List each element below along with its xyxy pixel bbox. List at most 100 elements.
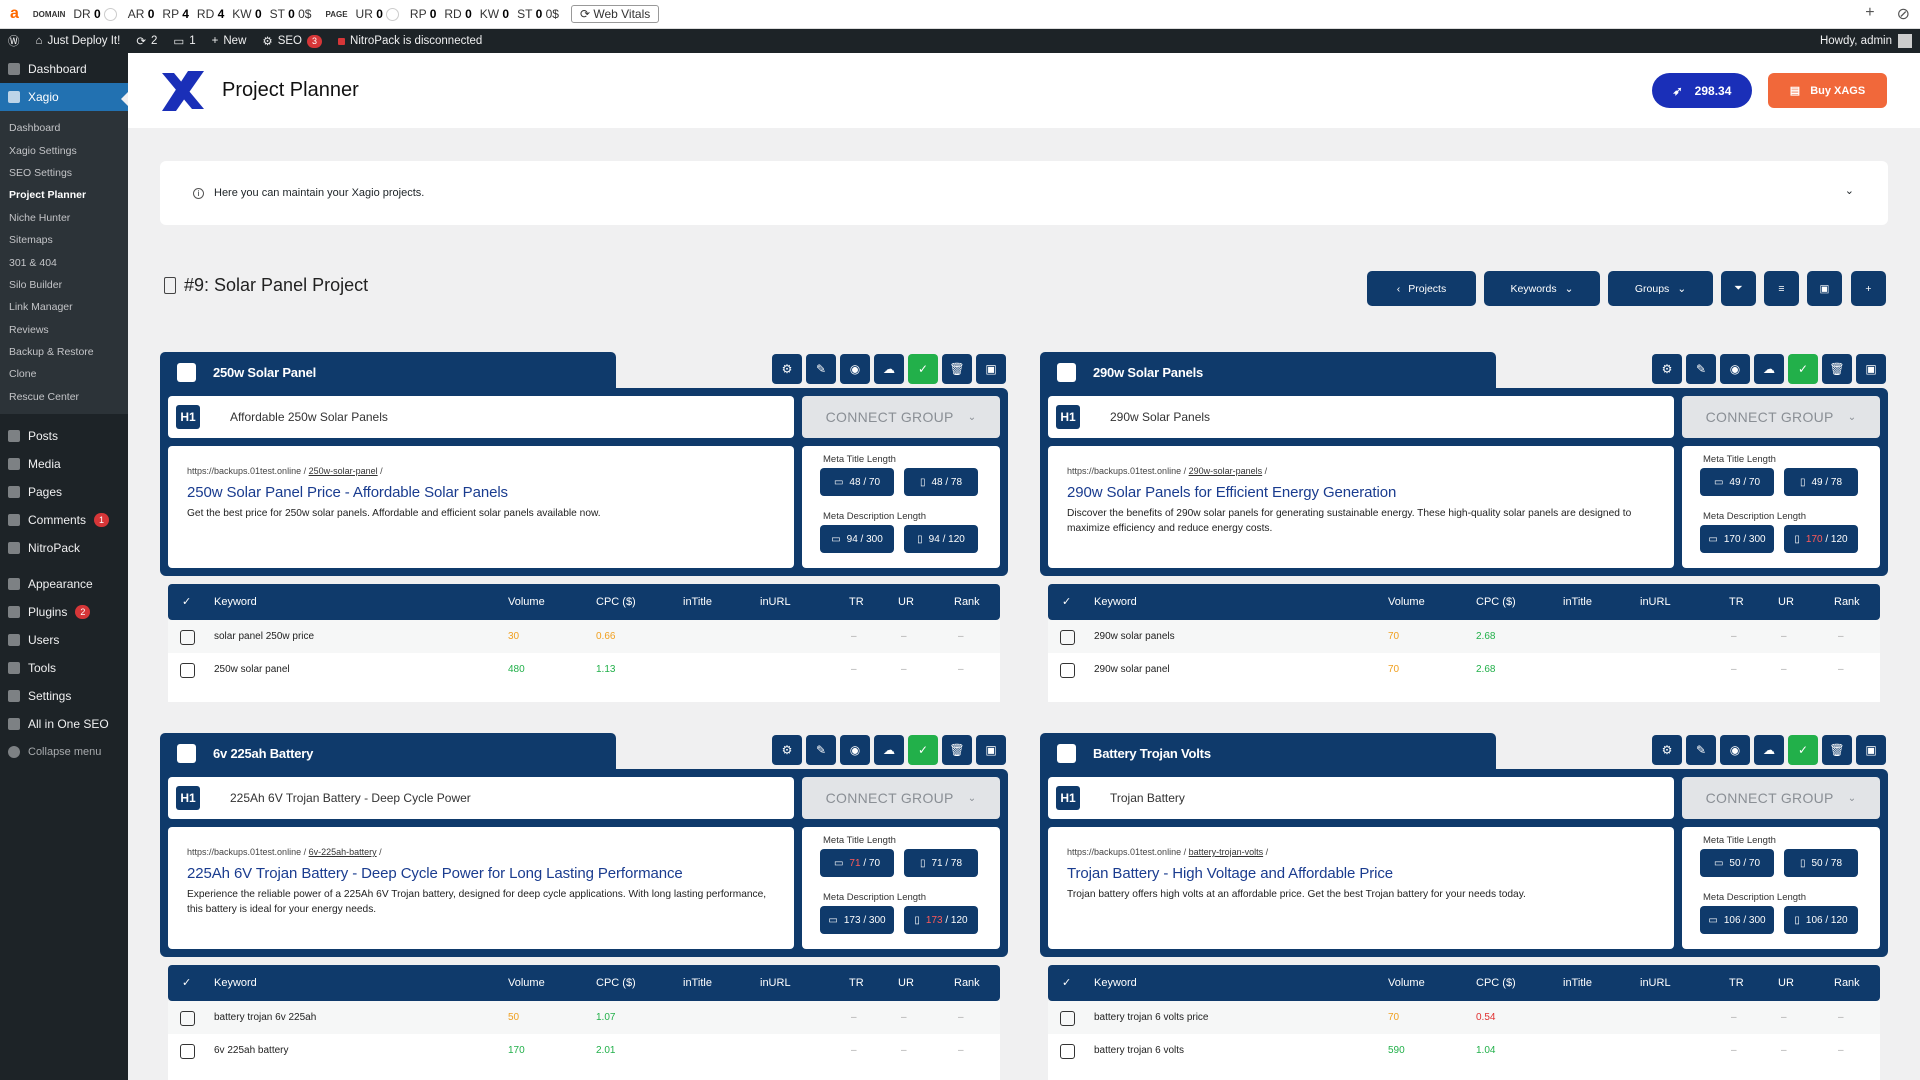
submenu-xagio-settings[interactable]: Xagio Settings	[0, 139, 128, 161]
cloud-icon[interactable]: ☁	[1754, 735, 1784, 765]
keyword-row[interactable]: 290w solar panels 70 2.68 – – –	[1048, 620, 1880, 653]
sidebar-item-media[interactable]: Media	[0, 450, 128, 478]
submenu-niche-hunter[interactable]: Niche Hunter	[0, 207, 128, 229]
keyword-checkbox[interactable]	[1060, 1044, 1075, 1059]
settings-icon[interactable]: ⚙	[772, 735, 802, 765]
sort-button[interactable]: ≡	[1764, 271, 1799, 306]
trash-icon[interactable]: 🗑	[942, 735, 972, 765]
h1-field[interactable]: H1 225Ah 6V Trojan Battery - Deep Cycle P…	[168, 777, 794, 819]
serp-title[interactable]: 250w Solar Panel Price - Affordable Sola…	[187, 484, 775, 501]
serp-description[interactable]: Trojan battery offers high volts at an a…	[1067, 887, 1655, 902]
verified-icon[interactable]: ✓	[1788, 735, 1818, 765]
group-name[interactable]: Battery Trojan Volts	[1093, 746, 1211, 761]
eye-icon[interactable]: ◉	[840, 354, 870, 384]
save-button[interactable]: ▣	[1807, 271, 1842, 306]
serp-preview[interactable]: https://backups.01test.online / 250w-sol…	[168, 446, 794, 568]
keyword-text[interactable]: 290w solar panels	[1094, 620, 1175, 653]
eye-icon[interactable]: ◉	[1720, 735, 1750, 765]
submenu-dashboard[interactable]: Dashboard	[0, 117, 128, 139]
submenu-301-404[interactable]: 301 & 404	[0, 251, 128, 273]
group-checkbox[interactable]	[177, 743, 196, 763]
eye-icon[interactable]: ◉	[840, 735, 870, 765]
group-name[interactable]: 6v 225ah Battery	[213, 746, 313, 761]
group-name[interactable]: 290w Solar Panels	[1093, 365, 1203, 380]
h1-field[interactable]: H1 290w Solar Panels	[1048, 396, 1674, 438]
group-checkbox[interactable]	[1057, 743, 1076, 763]
sidebar-item-settings[interactable]: Settings	[0, 682, 128, 710]
sidebar-item-plugins[interactable]: Plugins 2	[0, 598, 128, 626]
serp-preview[interactable]: https://backups.01test.online / 290w-sol…	[1048, 446, 1674, 568]
submenu-link-manager[interactable]: Link Manager	[0, 296, 128, 318]
verified-icon[interactable]: ✓	[1788, 354, 1818, 384]
submenu-reviews[interactable]: Reviews	[0, 319, 128, 341]
sidebar-item-posts[interactable]: Posts	[0, 422, 128, 450]
comments-link[interactable]: ▭ 1	[165, 29, 203, 53]
notes-icon[interactable]: ✎	[806, 354, 836, 384]
add-group-button[interactable]: +	[1851, 271, 1886, 306]
settings-icon[interactable]: ⚙	[1652, 735, 1682, 765]
save-icon[interactable]: ▣	[976, 354, 1006, 384]
sidebar-item-pages[interactable]: Pages	[0, 478, 128, 506]
h1-field[interactable]: H1 Trojan Battery	[1048, 777, 1674, 819]
keyword-checkbox[interactable]	[1060, 630, 1075, 645]
serp-preview[interactable]: https://backups.01test.online / battery-…	[1048, 827, 1674, 949]
sidebar-item-appearance[interactable]: Appearance	[0, 570, 128, 598]
connect-group-dropdown[interactable]: CONNECT GROUP ⌄	[1682, 396, 1880, 438]
wordpress-logo-icon[interactable]: Ⓦ	[0, 29, 28, 53]
extension-logo[interactable]: a	[10, 5, 19, 23]
trash-icon[interactable]: 🗑	[1822, 354, 1852, 384]
credits-button[interactable]: ➶ 298.34	[1652, 73, 1752, 108]
submenu-clone[interactable]: Clone	[0, 363, 128, 385]
sidebar-item-dashboard[interactable]: Dashboard	[0, 55, 128, 83]
filter-button[interactable]: ⏷	[1721, 271, 1756, 306]
serp-title[interactable]: Trojan Battery - High Voltage and Afford…	[1067, 865, 1655, 882]
plus-icon[interactable]: +	[1865, 4, 1874, 24]
nitropack-status-link[interactable]: NitroPack is disconnected	[330, 29, 490, 53]
keyword-row[interactable]: 6v 225ah battery 170 2.01 – – –	[168, 1034, 1000, 1067]
keyword-checkbox[interactable]	[1060, 1011, 1075, 1026]
notes-icon[interactable]: ✎	[806, 735, 836, 765]
connect-group-dropdown[interactable]: CONNECT GROUP ⌄	[802, 396, 1000, 438]
submenu-backup-restore[interactable]: Backup & Restore	[0, 341, 128, 363]
h1-field[interactable]: H1 Affordable 250w Solar Panels	[168, 396, 794, 438]
keyword-checkbox[interactable]	[180, 1011, 195, 1026]
select-all-icon[interactable]: ✓	[1062, 584, 1071, 620]
updates-link[interactable]: ⟳ 2	[128, 29, 165, 53]
site-name-link[interactable]: ⌂ Just Deploy It!	[28, 29, 129, 53]
keyword-row[interactable]: battery trojan 6 volts price 70 0.54 – – –	[1048, 1001, 1880, 1034]
connect-group-dropdown[interactable]: CONNECT GROUP ⌄	[802, 777, 1000, 819]
new-content-link[interactable]: + New	[204, 29, 255, 53]
disable-icon[interactable]: ⊘	[1897, 4, 1910, 24]
sidebar-item-comments[interactable]: Comments 1	[0, 506, 128, 534]
serp-description[interactable]: Discover the benefits of 290w solar pane…	[1067, 506, 1655, 536]
keyword-checkbox[interactable]	[180, 1044, 195, 1059]
collapse-menu-button[interactable]: Collapse menu	[0, 738, 128, 766]
projects-button[interactable]: ‹ Projects	[1367, 271, 1476, 306]
buy-xags-button[interactable]: ▤ Buy XAGS	[1768, 73, 1887, 108]
sidebar-item-nitropack[interactable]: NitroPack	[0, 534, 128, 562]
submenu-seo-settings[interactable]: SEO Settings	[0, 162, 128, 184]
groups-dropdown[interactable]: Groups ⌄	[1608, 271, 1713, 306]
serp-title[interactable]: 290w Solar Panels for Efficient Energy G…	[1067, 484, 1655, 501]
settings-icon[interactable]: ⚙	[772, 354, 802, 384]
chevron-down-icon[interactable]: ⌄	[1845, 184, 1854, 197]
group-checkbox[interactable]	[1057, 362, 1076, 382]
account-menu[interactable]: Howdy, admin	[1820, 34, 1920, 48]
verified-icon[interactable]: ✓	[908, 354, 938, 384]
keyword-row[interactable]: solar panel 250w price 30 0.66 – – –	[168, 620, 1000, 653]
notes-icon[interactable]: ✎	[1686, 354, 1716, 384]
trash-icon[interactable]: 🗑	[942, 354, 972, 384]
sidebar-item-xagio[interactable]: Xagio	[0, 83, 128, 111]
keyword-text[interactable]: battery trojan 6 volts	[1094, 1034, 1184, 1067]
notes-icon[interactable]: ✎	[1686, 735, 1716, 765]
seo-menu-link[interactable]: ⚙ SEO 3	[254, 29, 330, 53]
settings-icon[interactable]: ⚙	[1652, 354, 1682, 384]
submenu-project-planner[interactable]: Project Planner	[0, 184, 128, 206]
serp-description[interactable]: Get the best price for 250w solar panels…	[187, 506, 775, 521]
keyword-text[interactable]: 6v 225ah battery	[214, 1034, 289, 1067]
serp-preview[interactable]: https://backups.01test.online / 6v-225ah…	[168, 827, 794, 949]
keyword-row[interactable]: 290w solar panel 70 2.68 – – –	[1048, 653, 1880, 686]
keyword-checkbox[interactable]	[1060, 663, 1075, 678]
select-all-icon[interactable]: ✓	[182, 965, 191, 1001]
keyword-row[interactable]: 250w solar panel 480 1.13 – – –	[168, 653, 1000, 686]
